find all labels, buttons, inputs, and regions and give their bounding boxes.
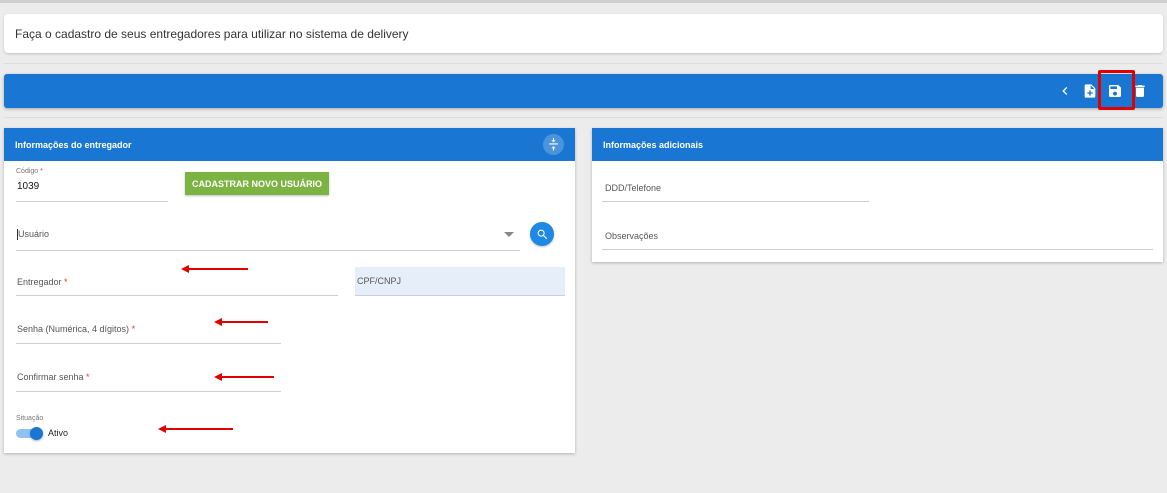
additional-info-title: Informações adicionais (603, 140, 704, 150)
new-record-button[interactable] (1081, 82, 1099, 100)
notice-text: Faça o cadastro de seus entregadores par… (15, 27, 409, 41)
chevron-down-icon (504, 232, 514, 237)
toggle-label: Ativo (48, 428, 69, 438)
new-file-icon (1084, 84, 1096, 98)
telefone-field[interactable]: DDD/Telefone (602, 174, 869, 202)
info-notice: Faça o cadastro de seus entregadores par… (4, 14, 1163, 53)
codigo-value: 1039 (17, 181, 40, 192)
search-user-button[interactable] (530, 222, 554, 246)
cpf-cnpj-label-text: CPF/CNPJ (357, 276, 402, 286)
situacao-label: Situação (16, 415, 44, 422)
situacao-toggle[interactable] (16, 427, 43, 440)
collapse-icon (549, 138, 558, 151)
chevron-left-icon (1062, 87, 1068, 95)
annotation-arrow (213, 372, 275, 382)
annotation-arrow (213, 317, 269, 327)
courier-info-title: Informações do entregador (15, 140, 132, 150)
top-border (0, 0, 1167, 3)
codigo-label: Código * (16, 168, 43, 175)
additional-info-header: Informações adicionais (592, 128, 1163, 161)
observacoes-label: Observações (605, 231, 659, 241)
divider (4, 117, 1163, 118)
save-highlight-box (1098, 70, 1135, 110)
usuario-select[interactable]: Usuário (16, 223, 520, 251)
senha-label: Senha (Numérica, 4 dígitos) * (17, 324, 136, 334)
observacoes-field[interactable]: Observações (602, 222, 1153, 250)
annotation-arrow (180, 264, 250, 274)
usuario-placeholder: Usuário (18, 229, 50, 239)
additional-info-card: Informações adicionais DDD/Telefone Obse… (592, 128, 1163, 262)
collapse-button[interactable] (543, 134, 564, 155)
codigo-field[interactable]: Código * 1039 (16, 168, 168, 202)
telefone-label: DDD/Telefone (605, 183, 662, 193)
courier-info-card: Informações do entregador Código * 1039 … (4, 128, 575, 453)
entregador-label: Entregador * (17, 277, 68, 287)
entregador-field[interactable]: Entregador * (16, 268, 338, 296)
action-toolbar (4, 74, 1163, 108)
cpf-cnpj-field[interactable]: CPF/CNPJ (355, 267, 565, 296)
register-new-user-button[interactable]: CADASTRAR NOVO USUÁRIO (185, 172, 329, 195)
courier-info-header: Informações do entregador (4, 128, 575, 161)
search-icon (537, 229, 547, 239)
back-button[interactable] (1056, 82, 1074, 100)
divider (4, 63, 1163, 64)
annotation-arrow (157, 424, 234, 434)
confirmar-senha-label: Confirmar senha * (17, 372, 90, 382)
toggle-thumb (30, 427, 43, 440)
